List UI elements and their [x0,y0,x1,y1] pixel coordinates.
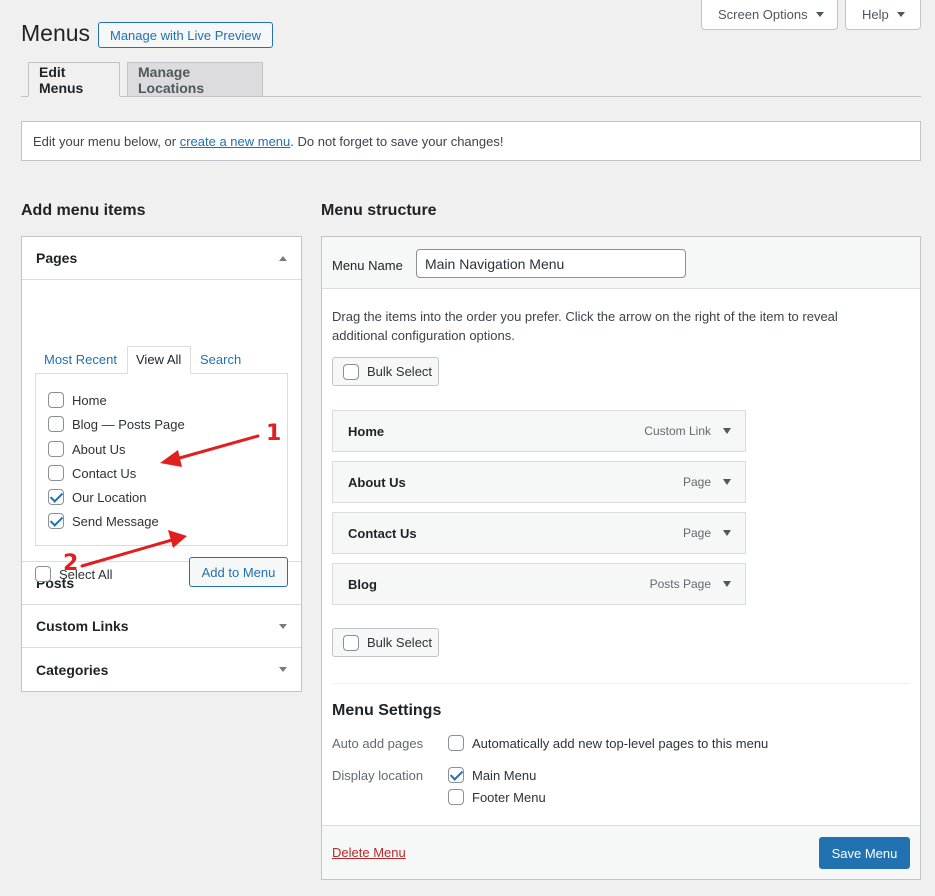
bulk-select-button[interactable]: Bulk Select [332,628,439,657]
collapse-arrow-icon [279,255,287,261]
annotation-1: 1 [266,421,282,446]
page-label: Our Location [72,489,147,505]
page-checkbox[interactable] [48,465,64,481]
select-all-checkbox[interactable] [35,566,51,582]
page-checkbox[interactable] [48,392,64,408]
menu-item-title: Home [348,423,385,439]
menu-name-input[interactable]: Main Navigation Menu [416,249,686,278]
list-item[interactable]: Our Location [48,489,146,505]
categories-accordion-header[interactable]: Categories [22,648,301,691]
page-label: Contact Us [72,465,137,481]
delete-menu-link[interactable]: Delete Menu [332,845,406,860]
location-option[interactable]: Footer Menu [448,789,546,805]
page-checkbox[interactable] [48,441,64,457]
menu-item[interactable]: Blog Posts Page [332,563,746,605]
auto-add-label: Auto add pages [332,736,424,751]
auto-add-option[interactable]: Automatically add new top-level pages to… [448,735,768,751]
menu-item[interactable]: About Us Page [332,461,746,503]
footer-menu-checkbox[interactable] [448,789,464,805]
bulk-select-button[interactable]: Bulk Select [332,357,439,386]
list-item[interactable]: Send Message [48,513,159,529]
screen-options-button[interactable]: Screen Options [701,0,838,30]
location-label: Main Menu [472,767,537,783]
bulk-select-label: Bulk Select [367,364,433,379]
page-label: Home [72,392,107,408]
pages-label: Pages [36,250,78,266]
menu-structure-panel: Menu Name Main Navigation Menu Drag the … [321,236,921,880]
menu-name-label: Menu Name [332,258,403,273]
auto-add-checkbox[interactable] [448,735,464,751]
auto-add-option-label: Automatically add new top-level pages to… [472,735,769,751]
bulk-select-checkbox[interactable] [343,363,359,380]
tab-edit-menus[interactable]: Edit Menus [28,62,120,97]
menu-item-type: Posts Page [649,577,711,591]
menu-item[interactable]: Contact Us Page [332,512,746,554]
chevron-down-icon [896,12,905,17]
add-items-accordion: Pages Most Recent View All Search Home B… [21,236,302,692]
expand-item-icon[interactable] [723,428,731,434]
instructions-text: Drag the items into the order you prefer… [332,309,838,343]
page-checkbox[interactable] [48,513,64,529]
help-button[interactable]: Help [845,0,921,30]
bulk-select-checkbox[interactable] [343,634,359,651]
subtab-most-recent[interactable]: Most Recent [44,352,117,367]
create-menu-link[interactable]: create a new menu [180,134,291,149]
tab-manage-locations[interactable]: Manage Locations [127,62,263,97]
menu-item-title: Blog [348,576,377,592]
menu-item[interactable]: Home Custom Link [332,410,746,452]
notice-suffix: . Do not forget to save your changes! [290,133,504,149]
subtab-search[interactable]: Search [200,352,241,367]
expand-item-icon[interactable] [723,530,731,536]
page-label: Blog — Posts Page [72,416,185,432]
page-checkbox[interactable] [48,489,64,505]
save-menu-button[interactable]: Save Menu [819,837,910,869]
location-label: Footer Menu [472,789,546,805]
help-label: Help [862,7,889,22]
expand-item-icon[interactable] [723,581,731,587]
page-title: Menus [21,20,91,46]
display-location-label: Display location [332,768,424,783]
menu-item-title: About Us [348,474,406,490]
pages-panel: Most Recent View All Search Home Blog — … [22,280,301,587]
live-preview-button[interactable]: Manage with Live Preview [98,22,273,48]
list-item[interactable]: Contact Us [48,465,136,481]
expand-item-icon[interactable] [723,479,731,485]
add-to-menu-button[interactable]: Add to Menu [189,557,288,587]
main-menu-checkbox[interactable] [448,767,464,783]
expand-arrow-icon [279,667,287,672]
list-item[interactable]: Blog — Posts Page [48,416,185,432]
page-checkbox[interactable] [48,416,64,432]
menu-structure-title: Menu structure [321,202,437,219]
page-label: About Us [72,441,126,457]
menu-item-type: Page [682,526,711,540]
settings-divider [332,683,910,684]
list-item[interactable]: About Us [48,441,125,457]
annotation-2: 2 [63,551,79,576]
categories-label: Categories [36,661,109,678]
menu-name-header: Menu Name Main Navigation Menu [322,237,920,289]
add-menu-items-title: Add menu items [21,202,146,219]
menu-item-type: Page [682,475,711,489]
screen-options-label: Screen Options [718,7,808,22]
menu-item-type: Custom Link [644,424,711,438]
expand-arrow-icon [279,623,287,629]
notice-box: Edit your menu below, or create a new me… [21,121,921,161]
pages-accordion-header[interactable]: Pages [22,237,301,280]
menu-settings-title: Menu Settings [332,702,442,719]
list-item[interactable]: Home [48,392,107,408]
location-option[interactable]: Main Menu [448,767,536,783]
custom-links-label: Custom Links [36,618,129,634]
menu-item-title: Contact Us [348,525,417,541]
page-label: Send Message [72,513,159,529]
subtab-view-all[interactable]: View All [136,352,181,367]
chevron-down-icon [815,12,824,17]
bulk-select-label: Bulk Select [367,635,433,650]
custom-links-accordion-header[interactable]: Custom Links [22,605,301,648]
notice-prefix: Edit your menu below, or [33,133,177,149]
